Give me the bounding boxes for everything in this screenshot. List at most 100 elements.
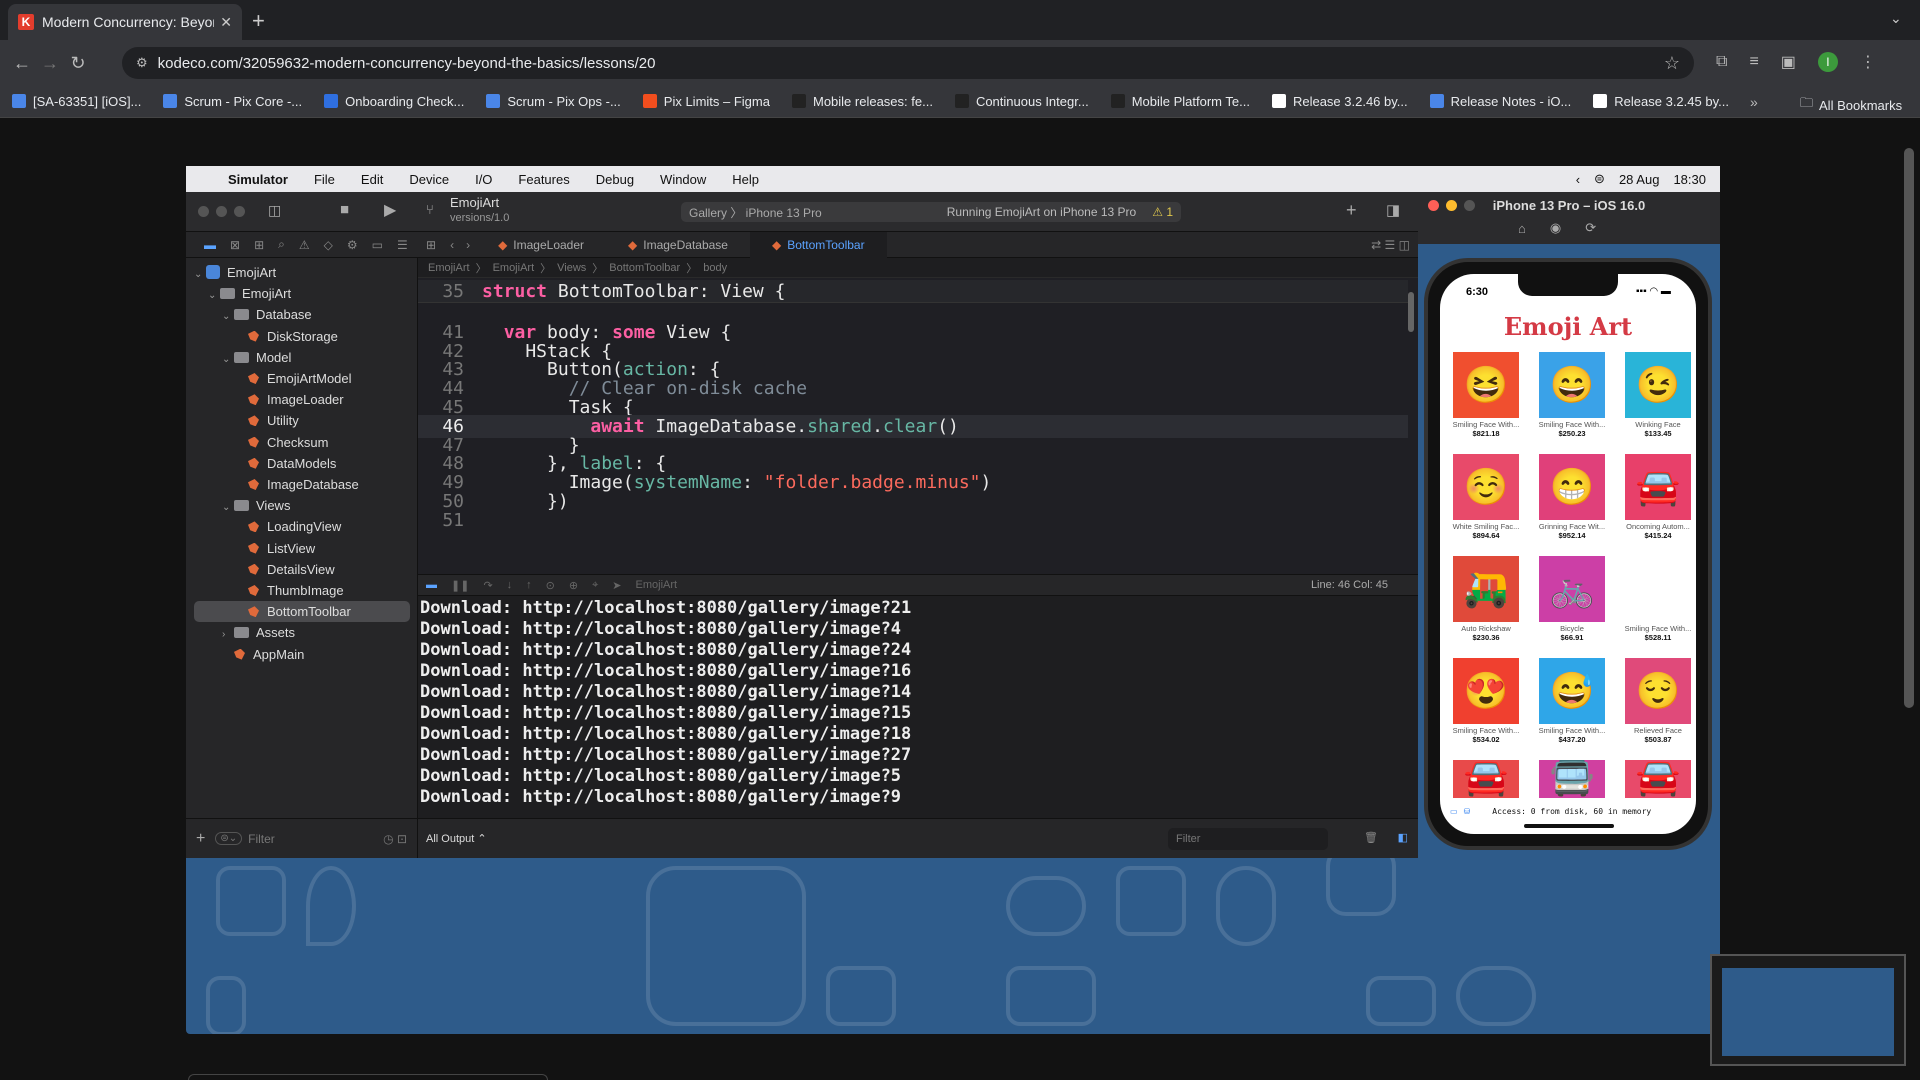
- emoji-card[interactable]: 😍 Smiling Face With... $534.02: [1450, 658, 1522, 744]
- memory-graph-icon[interactable]: ⊕: [569, 579, 578, 592]
- navigator-item-checksum[interactable]: Checksum: [186, 432, 418, 453]
- test-navigator-icon[interactable]: ◇: [324, 238, 333, 252]
- bookmark-item[interactable]: Scrum - Pix Ops -...: [486, 94, 621, 109]
- menu-debug[interactable]: Debug: [596, 172, 634, 187]
- site-info-icon[interactable]: ⚙: [136, 55, 148, 71]
- bookmark-star-icon[interactable]: ☆: [1664, 53, 1680, 74]
- bookmark-item[interactable]: Continuous Integr...: [954, 94, 1089, 109]
- add-file-icon[interactable]: +: [196, 830, 205, 848]
- symbol-navigator-icon[interactable]: ⊞: [254, 238, 264, 252]
- menu-edit[interactable]: Edit: [361, 172, 383, 187]
- pause-icon[interactable]: ❚❚: [451, 579, 469, 592]
- screenshot-icon[interactable]: ◉: [1550, 220, 1561, 236]
- navigator-filter-input[interactable]: Filter: [248, 832, 275, 846]
- browser-tab[interactable]: K Modern Concurrency: Beyond t ✕: [8, 4, 242, 40]
- chevron-down-icon[interactable]: ⌄: [222, 497, 234, 518]
- breakpoint-navigator-icon[interactable]: ▭: [372, 238, 383, 252]
- emoji-card[interactable]: 🚘: [1622, 760, 1694, 800]
- project-navigator-icon[interactable]: ▬: [204, 238, 216, 252]
- navigator-item-imageloader[interactable]: ImageLoader: [186, 389, 418, 410]
- menu-file[interactable]: File: [314, 172, 335, 187]
- bookmark-item[interactable]: Mobile Platform Te...: [1110, 94, 1250, 109]
- debug-console[interactable]: Download: http://localhost:8080/gallery/…: [418, 596, 1418, 818]
- issue-navigator-icon[interactable]: ⚠: [299, 238, 310, 252]
- code-line[interactable]: 51: [418, 509, 1408, 532]
- navigator-item-emojiart[interactable]: ⌄ EmojiArt: [186, 262, 418, 283]
- jump-bar-segment[interactable]: BottomToolbar: [609, 262, 680, 274]
- tab-search-icon[interactable]: ⌄: [1890, 10, 1902, 27]
- emoji-card[interactable]: 😁 Grinning Face Wit... $952.14: [1536, 454, 1608, 540]
- filter-options-icon[interactable]: ⊜⌄: [215, 832, 243, 845]
- menu-features[interactable]: Features: [518, 172, 569, 187]
- emoji-card[interactable]: 🚍: [1536, 760, 1608, 800]
- location-icon[interactable]: ➤: [612, 579, 621, 592]
- side-panel-icon[interactable]: ▣: [1781, 52, 1796, 72]
- emoji-card[interactable]: 😉 Winking Face $133.45: [1622, 352, 1694, 438]
- navigator-item-appmain[interactable]: AppMain: [186, 644, 418, 665]
- bookmark-item[interactable]: Scrum - Pix Core -...: [163, 94, 302, 109]
- navigator-item-loadingview[interactable]: LoadingView: [186, 516, 418, 537]
- navigator-item-diskstorage[interactable]: DiskStorage: [186, 326, 418, 347]
- view-debugger-icon[interactable]: ⊙: [546, 579, 555, 592]
- navigator-item-model[interactable]: ⌄ Model: [186, 347, 418, 368]
- menu-io[interactable]: I/O: [475, 172, 492, 187]
- bookmark-item[interactable]: Release 3.2.46 by...: [1271, 94, 1408, 109]
- jump-bar-segment[interactable]: EmojiArt: [493, 262, 535, 274]
- chevron-down-icon[interactable]: ⌄: [208, 285, 220, 306]
- recent-files-icon[interactable]: ◷ ⊡: [383, 832, 407, 846]
- emoji-card[interactable]: 🚘: [1450, 760, 1522, 800]
- all-bookmarks[interactable]: 🗀 All Bookmarks: [1800, 94, 1902, 116]
- menu-device[interactable]: Device: [409, 172, 449, 187]
- step-over-icon[interactable]: ↷: [483, 579, 492, 592]
- bookmark-item[interactable]: Release Notes - iO...: [1429, 94, 1571, 109]
- navigator-item-utility[interactable]: Utility: [186, 410, 418, 431]
- stop-icon[interactable]: ■: [340, 201, 349, 218]
- emoji-card[interactable]: Smiling Face With... $528.11: [1622, 556, 1694, 642]
- more-bookmarks-icon[interactable]: »: [1750, 94, 1758, 110]
- output-selector[interactable]: All Output ⌃: [426, 832, 487, 845]
- editor-options-icon[interactable]: ⇄ ☰ ◫: [1363, 238, 1418, 252]
- chevron-down-icon[interactable]: ⌄: [222, 306, 234, 327]
- navigator-item-emojiart[interactable]: ⌄ EmojiArt: [186, 283, 418, 304]
- source-control-icon[interactable]: ⊠: [230, 238, 240, 252]
- media-control-icon[interactable]: ≡: [1749, 53, 1758, 71]
- code-editor[interactable]: 35 struct BottomToolbar: View {41 var bod…: [418, 278, 1418, 574]
- memory-clear-icon[interactable]: ⛁: [1464, 807, 1471, 816]
- run-destination[interactable]: Gallery 〉 iPhone 13 Pro Running EmojiArt…: [681, 202, 1181, 222]
- bookmark-item[interactable]: Mobile releases: fe...: [791, 94, 933, 109]
- chevron-right-icon[interactable]: ›: [222, 624, 234, 645]
- nav-back-icon[interactable]: ‹: [444, 238, 460, 252]
- editor-tab-imagedatabase[interactable]: ◆ ImageDatabase: [606, 232, 750, 258]
- navigator-item-thumbimage[interactable]: ThumbImage: [186, 580, 418, 601]
- new-tab-icon[interactable]: +: [252, 8, 265, 34]
- navigator-item-imagedatabase[interactable]: ImageDatabase: [186, 474, 418, 495]
- minimize-window-button[interactable]: [216, 206, 227, 217]
- chevron-down-icon[interactable]: ⌄: [194, 264, 206, 285]
- emoji-card[interactable]: 🛺 Auto Rickshaw $230.36: [1450, 556, 1522, 642]
- home-icon[interactable]: ⌂: [1518, 221, 1526, 236]
- jump-bar-segment[interactable]: body: [703, 262, 727, 274]
- menu-window[interactable]: Window: [660, 172, 706, 187]
- navigator-item-assets[interactable]: › Assets: [186, 622, 418, 643]
- navigator-item-views[interactable]: ⌄ Views: [186, 495, 418, 516]
- chevron-down-icon[interactable]: ⌄: [222, 349, 234, 370]
- editor-tab-imageloader[interactable]: ◆ ImageLoader: [476, 232, 606, 258]
- control-center-icon[interactable]: ⊜: [1594, 171, 1605, 187]
- nav-forward-icon[interactable]: ›: [460, 238, 476, 252]
- editor-tab-bottomtoolbar[interactable]: ◆ BottomToolbar: [749, 231, 887, 258]
- editor-scrollbar[interactable]: [1408, 292, 1414, 332]
- jump-bar-segment[interactable]: EmojiArt: [428, 262, 470, 274]
- close-tab-icon[interactable]: ✕: [220, 14, 232, 31]
- chevron-left-icon[interactable]: ‹: [1576, 172, 1580, 187]
- scheme-info[interactable]: EmojiArt versions/1.0: [450, 196, 509, 225]
- iphone-screen[interactable]: 6:30 ▪▪▪ ◠ ▬ Emoji Art ▭ ⛁ Access: 0 fro…: [1440, 274, 1696, 834]
- reload-icon[interactable]: ↻: [64, 53, 92, 74]
- sidebar-toggle-icon[interactable]: ◫: [268, 202, 281, 219]
- warning-badge[interactable]: ⚠ 1: [1152, 205, 1173, 219]
- emoji-card[interactable]: 😄 Smiling Face With... $250.23: [1536, 352, 1608, 438]
- home-indicator[interactable]: [1524, 824, 1614, 828]
- jump-bar-segment[interactable]: Views: [557, 262, 586, 274]
- step-out-icon[interactable]: ↑: [526, 579, 532, 591]
- menu-simulator[interactable]: Simulator: [228, 172, 288, 187]
- navigator-item-emojiartmodel[interactable]: EmojiArtModel: [186, 368, 418, 389]
